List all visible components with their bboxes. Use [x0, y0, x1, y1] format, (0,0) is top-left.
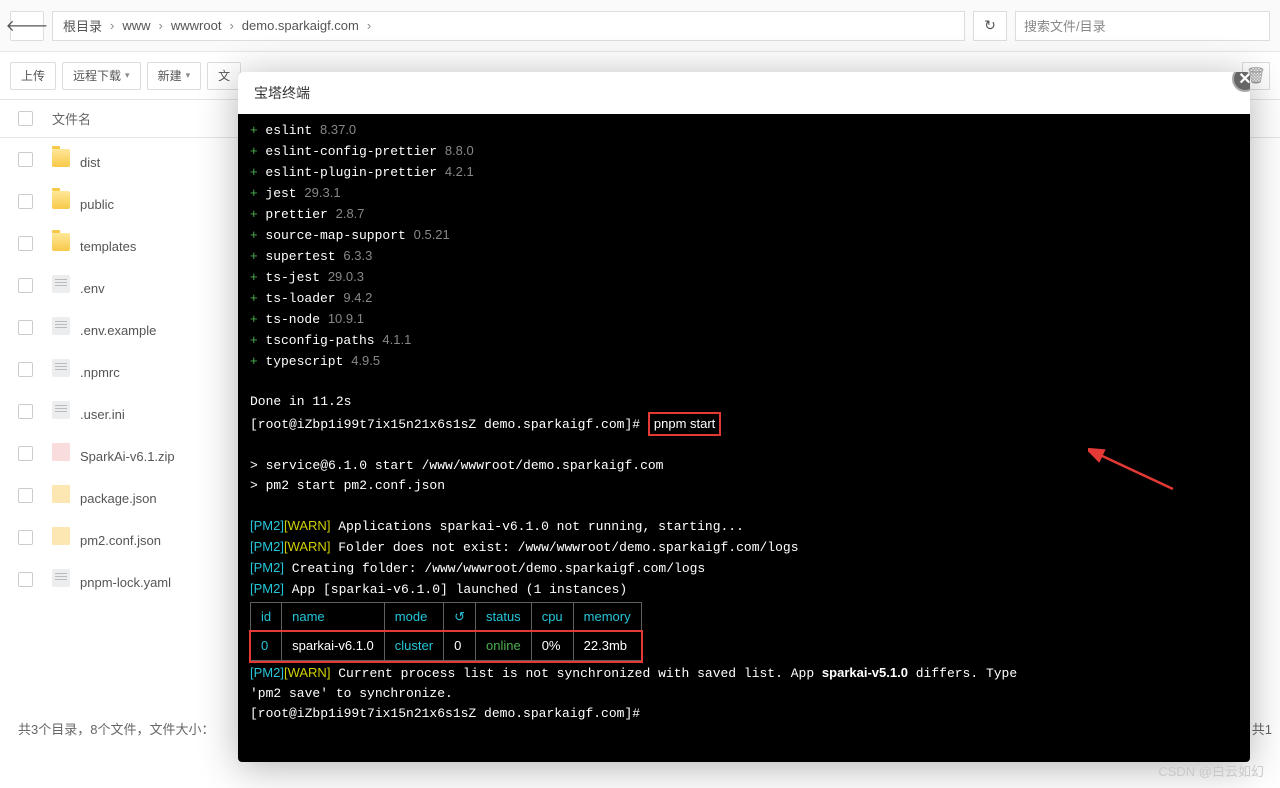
- pm2-table: idnamemode↺statuscpumemory0sparkai-v6.1.…: [250, 602, 642, 661]
- row-checkbox[interactable]: [18, 572, 33, 587]
- file-icon: [52, 359, 70, 377]
- folder-icon: [52, 233, 70, 251]
- terminal-output[interactable]: + eslint 8.37.0 + eslint-config-prettier…: [238, 114, 1250, 736]
- back-button[interactable]: 🡐: [10, 11, 44, 41]
- terminal-modal: 宝塔终端 ✕ + eslint 8.37.0 + eslint-config-p…: [238, 72, 1250, 762]
- new-button[interactable]: 新建▾: [147, 62, 202, 90]
- row-checkbox[interactable]: [18, 446, 33, 461]
- select-all-checkbox[interactable]: [18, 111, 33, 126]
- row-checkbox[interactable]: [18, 194, 33, 209]
- folder-icon: [52, 149, 70, 167]
- row-checkbox[interactable]: [18, 362, 33, 377]
- row-checkbox[interactable]: [18, 404, 33, 419]
- row-checkbox[interactable]: [18, 320, 33, 335]
- crumb-root[interactable]: 根目录: [63, 16, 102, 35]
- footer-suffix: 共1: [1252, 719, 1272, 738]
- file-icon: [52, 401, 70, 419]
- file-name: .user.ini: [80, 407, 125, 422]
- row-checkbox[interactable]: [18, 236, 33, 251]
- search-placeholder: 搜索文件/目录: [1024, 16, 1106, 35]
- file-name: package.json: [80, 491, 157, 506]
- watermark: CSDN @白云如幻: [1158, 761, 1264, 780]
- row-checkbox[interactable]: [18, 530, 33, 545]
- file-name: .env.example: [80, 323, 156, 338]
- file-name: pm2.conf.json: [80, 533, 161, 548]
- breadcrumb[interactable]: 根目录› www› wwwroot› demo.sparkaigf.com›: [52, 11, 965, 41]
- row-checkbox[interactable]: [18, 152, 33, 167]
- json-icon: [52, 485, 70, 503]
- file-name: SparkAi-v6.1.zip: [80, 449, 175, 464]
- crumb-domain[interactable]: demo.sparkaigf.com: [242, 18, 359, 33]
- folder-icon: [52, 191, 70, 209]
- more-button[interactable]: 文: [207, 62, 241, 90]
- file-name: dist: [80, 155, 100, 170]
- crumb-www[interactable]: www: [122, 18, 150, 33]
- footer-summary: 共3个目录，8个文件，文件大小：: [18, 719, 214, 738]
- row-checkbox[interactable]: [18, 278, 33, 293]
- file-name: public: [80, 197, 114, 212]
- json-icon: [52, 527, 70, 545]
- file-name: .npmrc: [80, 365, 120, 380]
- search-input[interactable]: 搜索文件/目录: [1015, 11, 1270, 41]
- file-icon: [52, 569, 70, 587]
- file-icon: [52, 275, 70, 293]
- remote-download-button[interactable]: 远程下载▾: [62, 62, 141, 90]
- fm-header: 🡐 根目录› www› wwwroot› demo.sparkaigf.com›…: [0, 0, 1280, 52]
- modal-title: 宝塔终端: [238, 72, 1250, 114]
- file-name: pnpm-lock.yaml: [80, 575, 171, 590]
- upload-button[interactable]: 上传: [10, 62, 56, 90]
- zip-icon: [52, 443, 70, 461]
- refresh-button[interactable]: ↻: [973, 11, 1007, 41]
- file-name: templates: [80, 239, 136, 254]
- crumb-wwwroot[interactable]: wwwroot: [171, 18, 222, 33]
- file-name: .env: [80, 281, 105, 296]
- file-icon: [52, 317, 70, 335]
- row-checkbox[interactable]: [18, 488, 33, 503]
